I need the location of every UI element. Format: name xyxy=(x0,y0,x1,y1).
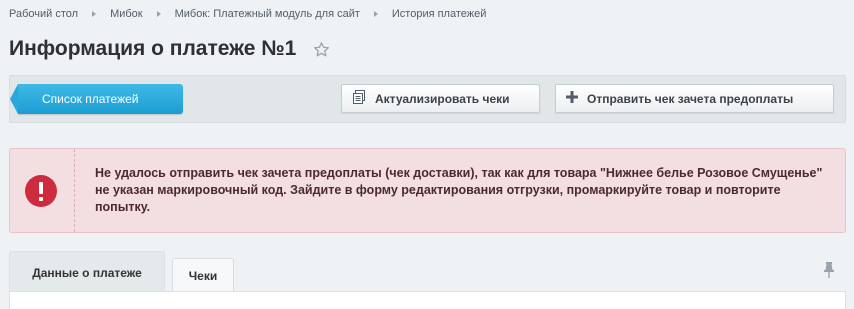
breadcrumb-item-mibok[interactable]: Мибок xyxy=(110,8,143,20)
update-receipts-label: Актуализировать чеки xyxy=(375,91,510,106)
title-row: Информация о платеже №1 xyxy=(9,36,330,62)
breadcrumb-separator-icon xyxy=(92,11,97,17)
tab-payment-data[interactable]: Данные о платеже xyxy=(9,251,165,296)
tabs: Данные о платеже Чеки xyxy=(9,251,846,309)
plus-icon xyxy=(566,91,578,106)
breadcrumb-separator-icon xyxy=(373,11,378,17)
error-alert: Не удалось отправить чек зачета предопла… xyxy=(9,148,846,233)
breadcrumb-separator-icon xyxy=(156,11,161,17)
breadcrumb-item-payment-module[interactable]: Мибок: Платежный модуль для сайт xyxy=(175,8,360,20)
alert-message: Не удалось отправить чек зачета предопла… xyxy=(95,166,823,214)
tab-receipts[interactable]: Чеки xyxy=(172,258,234,292)
payment-list-button[interactable]: Список платежей xyxy=(10,84,183,114)
update-receipts-button[interactable]: Актуализировать чеки xyxy=(341,84,540,113)
alert-icon-area xyxy=(10,149,75,232)
pin-icon[interactable] xyxy=(822,261,836,279)
breadcrumb: Рабочий стол Мибок Мибок: Платежный моду… xyxy=(9,6,486,22)
breadcrumb-item-desktop[interactable]: Рабочий стол xyxy=(9,8,78,20)
page-title: Информация о платеже №1 xyxy=(9,37,297,60)
toolbar: Список платежей Актуализировать чеки Отп… xyxy=(9,75,846,123)
send-prepayment-receipt-button[interactable]: Отправить чек зачета предоплаты xyxy=(555,84,834,113)
star-icon[interactable] xyxy=(313,41,330,58)
tab-panel xyxy=(9,291,846,309)
send-prepayment-receipt-label: Отправить чек зачета предоплаты xyxy=(587,91,794,106)
receipts-icon xyxy=(352,90,366,107)
breadcrumb-item-payment-history[interactable]: История платежей xyxy=(392,8,487,20)
error-icon xyxy=(25,175,57,207)
